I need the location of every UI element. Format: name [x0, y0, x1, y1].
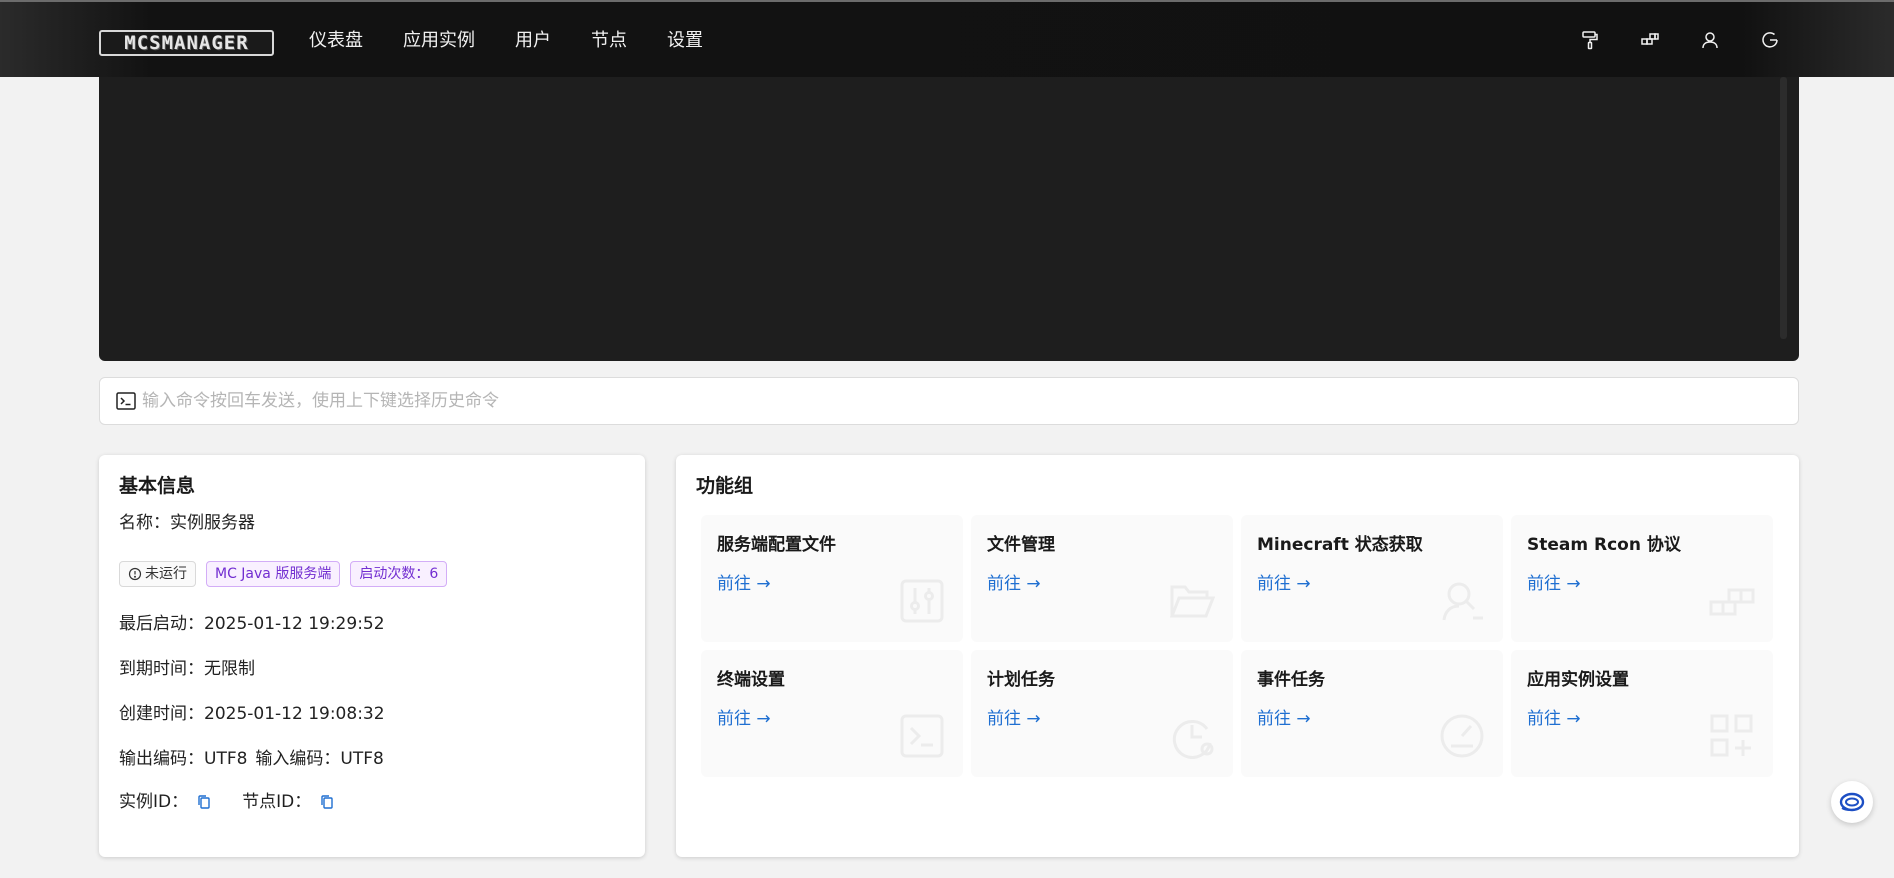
app-logo[interactable]: MCSMANAGER: [99, 30, 274, 56]
output-encoding-label: 输出编码：: [119, 749, 204, 769]
instance-name-row: 名称：实例服务器: [119, 511, 255, 535]
tile-title: 应用实例设置: [1527, 670, 1629, 690]
blocks-icon: [1709, 588, 1755, 616]
type-badge: MC Java 版服务端: [206, 561, 341, 587]
assistant-icon: [1839, 792, 1865, 812]
instance-id-label: 实例ID：: [119, 792, 189, 812]
tile-title: Minecraft 状态获取: [1257, 535, 1423, 555]
last-start-value: 2025-01-12 19:29:52: [204, 614, 385, 634]
tile-file-manager[interactable]: 文件管理 前往 →: [971, 515, 1233, 642]
tile-go-link[interactable]: 前往 →: [1257, 573, 1311, 595]
expire-label: 到期时间：: [119, 659, 204, 679]
last-start-row: 最后启动：2025-01-12 19:29:52: [119, 612, 385, 636]
input-encoding-label: 输入编码：: [255, 749, 341, 769]
basic-info-card: 基本信息 名称：实例服务器 未运行 MC Java 版服务端 启动次数：6 最后…: [99, 455, 645, 857]
nav-item-nodes[interactable]: 节点: [591, 28, 627, 54]
basic-info-title: 基本信息: [119, 475, 196, 497]
expire-value: 无限制: [204, 659, 255, 679]
tile-go-link[interactable]: 前往 →: [987, 708, 1041, 730]
tile-event-tasks[interactable]: 事件任务 前往 →: [1241, 650, 1503, 777]
node-id-label: 节点ID：: [242, 792, 312, 812]
created-value: 2025-01-12 19:08:32: [204, 704, 385, 724]
function-group-title: 功能组: [696, 475, 754, 497]
nav-item-users[interactable]: 用户: [515, 28, 551, 54]
copy-node-id-icon[interactable]: [319, 794, 335, 810]
command-input-box: [99, 377, 1799, 425]
logout-icon[interactable]: [1760, 30, 1780, 50]
instance-name-value: 实例服务器: [170, 513, 255, 533]
user-icon[interactable]: [1700, 30, 1720, 50]
input-encoding-value: UTF8: [340, 749, 384, 769]
encoding-row: 输出编码：UTF8 输入编码：UTF8: [119, 747, 384, 771]
sliders-icon: [900, 579, 944, 623]
terminal-icon: [900, 714, 944, 758]
floating-assistant-button[interactable]: [1831, 781, 1873, 823]
command-input[interactable]: [142, 391, 1798, 411]
tile-server-config[interactable]: 服务端配置文件 前往 →: [701, 515, 963, 642]
apps-grid-icon: [1710, 714, 1753, 757]
status-badge-text: 未运行: [145, 566, 187, 582]
id-row: 实例ID： 节点ID：: [119, 790, 335, 814]
tile-go-link[interactable]: 前往 →: [717, 573, 771, 595]
tile-title: 文件管理: [987, 535, 1055, 555]
created-row: 创建时间：2025-01-12 19:08:32: [119, 702, 385, 726]
function-group-card: 功能组 服务端配置文件 前往 → 文件管理 前往 → Minecraft 状态获…: [676, 455, 1799, 857]
terminal-scrollbar[interactable]: [1780, 77, 1787, 339]
nav-item-settings[interactable]: 设置: [667, 28, 703, 54]
tile-go-link[interactable]: 前往 →: [717, 708, 771, 730]
created-label: 创建时间：: [119, 704, 204, 724]
expire-row: 到期时间：无限制: [119, 657, 255, 681]
terminal-output[interactable]: [99, 77, 1799, 361]
last-start-label: 最后启动：: [119, 614, 204, 634]
tile-go-link[interactable]: 前往 →: [1527, 573, 1581, 595]
tile-title: 终端设置: [717, 670, 785, 690]
blocks-icon[interactable]: [1640, 30, 1660, 50]
output-encoding-value: UTF8: [204, 749, 248, 769]
info-circle-icon: [128, 567, 142, 581]
copy-instance-id-icon[interactable]: [196, 794, 212, 810]
terminal-prompt-icon: [116, 392, 136, 410]
main-nav: 仪表盘 应用实例 用户 节点 设置: [309, 28, 743, 54]
clock-history-icon: [1172, 719, 1214, 759]
tile-go-link[interactable]: 前往 →: [1527, 708, 1581, 730]
tile-terminal-settings[interactable]: 终端设置 前往 →: [701, 650, 963, 777]
status-tags: 未运行 MC Java 版服务端 启动次数：6: [119, 561, 448, 587]
function-tiles: 服务端配置文件 前往 → 文件管理 前往 → Minecraft 状态获取 前往…: [701, 515, 1773, 777]
tile-minecraft-status[interactable]: Minecraft 状态获取 前往 →: [1241, 515, 1503, 642]
search-user-icon: [1442, 582, 1483, 621]
tile-title: 事件任务: [1257, 670, 1325, 690]
start-count-badge: 启动次数：6: [350, 561, 448, 587]
nav-item-dashboard[interactable]: 仪表盘: [309, 28, 363, 54]
paint-roller-icon[interactable]: [1580, 30, 1600, 50]
tile-go-link[interactable]: 前往 →: [1257, 708, 1311, 730]
tile-instance-settings[interactable]: 应用实例设置 前往 →: [1511, 650, 1773, 777]
tile-steam-rcon[interactable]: Steam Rcon 协议 前往 →: [1511, 515, 1773, 642]
status-badge: 未运行: [119, 561, 196, 587]
instance-name-label: 名称：: [119, 513, 170, 533]
gauge-icon: [1440, 714, 1484, 758]
top-nav-bar: MCSMANAGER 仪表盘 应用实例 用户 节点 设置: [0, 0, 1894, 77]
tile-scheduled-tasks[interactable]: 计划任务 前往 →: [971, 650, 1233, 777]
nav-item-instances[interactable]: 应用实例: [403, 28, 475, 54]
tile-title: Steam Rcon 协议: [1527, 535, 1681, 555]
tile-title: 服务端配置文件: [717, 535, 836, 555]
tile-go-link[interactable]: 前往 →: [987, 573, 1041, 595]
tile-title: 计划任务: [987, 670, 1055, 690]
nav-right-actions: [1580, 30, 1780, 50]
folder-open-icon: [1169, 585, 1215, 618]
